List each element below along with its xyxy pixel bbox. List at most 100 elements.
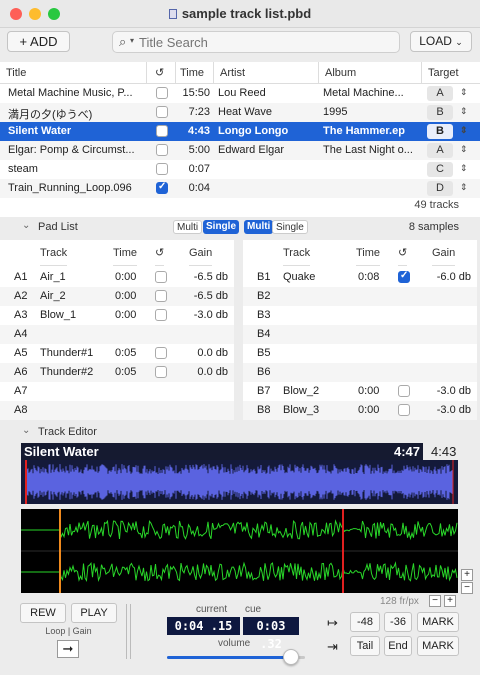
detail-waveform-right-channel — [21, 561, 458, 583]
pad-loop-checkbox[interactable] — [155, 347, 167, 359]
pad-row[interactable]: A2 Air_2 0:00 -6.5 db — [0, 287, 234, 306]
pad-time: 0:05 — [115, 366, 137, 378]
editor-header: Silent Water 4:47 — [21, 443, 423, 460]
pad-row[interactable]: A6 Thunder#2 0:05 0.0 db — [0, 363, 234, 382]
track-loop-checkbox[interactable] — [156, 144, 168, 156]
end-button[interactable]: End — [384, 636, 412, 656]
pad-row[interactable]: A1 Air_1 0:00 -6.5 db — [0, 268, 234, 287]
target-stepper-icon[interactable]: ⇕ — [460, 163, 468, 174]
pad-track: Air_1 — [40, 271, 66, 283]
pad-loop-checkbox[interactable] — [155, 366, 167, 378]
pad-row[interactable]: B7 Blow_2 0:00 -3.0 db — [243, 382, 477, 401]
pad-row[interactable]: A7 — [0, 382, 234, 401]
track-target-select[interactable]: B — [427, 105, 453, 120]
pad-row[interactable]: B8 Blow_3 0:00 -3.0 db — [243, 401, 477, 420]
pad-id: A5 — [14, 347, 28, 359]
column-header-target[interactable]: Target — [422, 62, 480, 84]
track-loop-checkbox[interactable] — [156, 106, 168, 118]
pad-row[interactable]: A3 Blow_1 0:00 -3.0 db — [0, 306, 234, 325]
pad-id: A2 — [14, 290, 28, 302]
track-loop-checkbox[interactable] — [156, 87, 168, 99]
track-loop-checkbox[interactable] — [156, 163, 168, 175]
detail-waveform[interactable] — [21, 509, 458, 593]
track-target-select[interactable]: B — [427, 124, 453, 139]
target-stepper-icon[interactable]: ⇕ — [460, 144, 468, 155]
pad-row[interactable]: B4 — [243, 325, 477, 344]
overview-waveform[interactable] — [21, 460, 458, 504]
search-options-chevron-icon[interactable]: ▾ — [130, 36, 134, 45]
pad-gain: 0.0 db — [197, 366, 228, 378]
disclosure-icon[interactable]: ⌄ — [22, 425, 30, 436]
mark-button-2[interactable]: MARK — [417, 636, 459, 656]
pad-row[interactable]: A5 Thunder#1 0:05 0.0 db — [0, 344, 234, 363]
add-button[interactable]: + ADD — [7, 31, 70, 52]
column-header-title[interactable]: Title — [0, 62, 147, 84]
pad-loop-checkbox[interactable] — [398, 270, 410, 283]
column-header-time[interactable]: Time — [176, 62, 214, 84]
right-single-toggle[interactable]: Single — [272, 220, 308, 234]
play-button[interactable]: PLAY — [71, 603, 117, 623]
zoom-out-icon[interactable]: − — [461, 582, 473, 594]
loop-icon: ↺ — [155, 247, 165, 259]
track-row[interactable]: Elgar: Pomp & Circumst... 5:00 Edward Elga… — [0, 141, 480, 160]
track-target-select[interactable]: A — [427, 86, 453, 101]
track-row[interactable]: 満月の夕(ゆうべ) 7:23 Heat Wave 1995 B ⇕ — [0, 103, 480, 122]
track-row[interactable]: Metal Machine Music, P... 15:50 Lou Reed Me… — [0, 84, 480, 103]
track-target-select[interactable]: D — [427, 181, 453, 196]
right-multi-toggle[interactable]: Multi — [244, 220, 274, 234]
pad-row[interactable]: B3 — [243, 306, 477, 325]
load-button[interactable]: LOAD ⌄ — [410, 31, 472, 52]
tail-button[interactable]: Tail — [350, 636, 380, 656]
track-table: Title ↺ Time Artist Album Target Metal M… — [0, 62, 480, 217]
editor-duration: 4:43 — [431, 444, 457, 459]
column-header-album[interactable]: Album — [319, 62, 422, 84]
disclosure-icon[interactable]: ⌄ — [22, 220, 30, 231]
rew-button[interactable]: REW — [20, 603, 66, 623]
pad-row[interactable]: B5 — [243, 344, 477, 363]
target-stepper-icon[interactable]: ⇕ — [460, 87, 468, 98]
track-loop-checkbox[interactable] — [156, 125, 168, 137]
track-time: 5:00 — [188, 144, 210, 156]
pad-loop-checkbox[interactable] — [398, 385, 410, 397]
track-row[interactable]: Silent Water 4:43 Longo Longo The Hammer.ep… — [0, 122, 480, 141]
gain-slider[interactable] — [126, 604, 131, 659]
pad-list-b: Track Time ↺ Gain B1 Quake 0:08 -6.0 db B2 B3… — [243, 240, 477, 420]
search-field[interactable]: ⌕ ▾ — [112, 31, 400, 53]
pad-b-header-track: Track — [283, 240, 311, 266]
zoom-in-horizontal-icon[interactable]: + — [444, 595, 456, 607]
left-multi-toggle[interactable]: Multi — [173, 220, 203, 234]
track-target-select[interactable]: A — [427, 143, 453, 158]
pad-loop-checkbox[interactable] — [155, 309, 167, 321]
left-single-toggle[interactable]: Single — [203, 220, 240, 234]
jump-minus-48-button[interactable]: -48 — [350, 612, 380, 632]
pad-row[interactable]: B1 Quake 0:08 -6.0 db — [243, 268, 477, 287]
pad-loop-checkbox[interactable] — [155, 271, 167, 283]
target-stepper-icon[interactable]: ⇕ — [460, 182, 468, 193]
pad-track: Blow_3 — [283, 404, 320, 416]
pad-loop-checkbox[interactable] — [398, 404, 410, 416]
pad-loop-checkbox[interactable] — [155, 290, 167, 302]
column-header-loop[interactable]: ↺ — [147, 62, 176, 84]
pad-row[interactable]: A8 — [0, 401, 234, 420]
zoom-out-horizontal-icon[interactable]: − — [429, 595, 441, 607]
pad-row[interactable]: B6 — [243, 363, 477, 382]
search-input[interactable] — [139, 34, 389, 50]
track-row[interactable]: Train_Running_Loop.096 0:04 D ⇕ — [0, 179, 480, 198]
track-loop-checkbox[interactable] — [156, 181, 168, 194]
track-target-select[interactable]: C — [427, 162, 453, 177]
arrow-right-icon[interactable]: ➞ — [57, 640, 79, 658]
track-editor-title: Track Editor — [38, 426, 97, 438]
track-row[interactable]: steam 0:07 C ⇕ — [0, 160, 480, 179]
pad-list-bar: ⌄ Pad List Multi Single Multi Single 8 s… — [0, 217, 480, 237]
pad-a-header-gain: Gain — [189, 240, 213, 266]
pad-row[interactable]: B2 — [243, 287, 477, 306]
zoom-in-icon[interactable]: + — [461, 569, 473, 581]
end-arrow-icon: ⇥ — [327, 639, 338, 654]
volume-slider-knob[interactable] — [283, 649, 300, 665]
mark-button-1[interactable]: MARK — [417, 612, 459, 632]
pad-row[interactable]: A4 — [0, 325, 234, 344]
target-stepper-icon[interactable]: ⇕ — [460, 125, 468, 136]
jump-minus-36-button[interactable]: -36 — [384, 612, 412, 632]
column-header-artist[interactable]: Artist — [214, 62, 319, 84]
target-stepper-icon[interactable]: ⇕ — [460, 106, 468, 117]
